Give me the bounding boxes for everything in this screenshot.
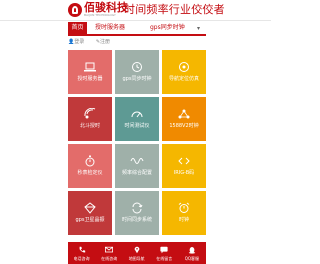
- bottom-bar-label: 电话咨询: [73, 256, 90, 261]
- product-tile-label: 北斗授时: [79, 123, 100, 129]
- product-tile[interactable]: 授时服务器: [68, 50, 112, 94]
- bottom-bar-item[interactable]: 电话咨询: [68, 242, 95, 264]
- crystal-icon: [83, 202, 97, 214]
- map-pin-icon: [133, 246, 141, 254]
- bottom-bar-item[interactable]: QQ客服: [178, 242, 205, 264]
- product-tile-label: 秒表检定仪: [77, 170, 103, 176]
- wave-icon: [130, 155, 144, 167]
- sync-icon: [130, 202, 144, 214]
- message-icon: [160, 246, 168, 254]
- product-tile[interactable]: IRIG-B码: [162, 144, 206, 188]
- chevron-down-icon[interactable]: ▾: [197, 25, 200, 32]
- network-icon: [177, 108, 191, 120]
- brand-logo-icon[interactable]: [68, 3, 82, 17]
- product-tile-label: 时钟: [178, 217, 189, 223]
- phone-icon: [78, 246, 86, 254]
- product-tile[interactable]: 导航定位仿真: [162, 50, 206, 94]
- product-tile-label: 时间同步系统: [121, 217, 152, 223]
- product-tile[interactable]: 北斗授时: [68, 97, 112, 141]
- mail-icon: [105, 246, 114, 254]
- product-tile-label: 时间测试仪: [124, 123, 150, 129]
- bottom-bar-label: 地图导航: [128, 256, 145, 261]
- main-nav: 首页 授时服务器 gps同步时钟: [68, 22, 206, 36]
- bottom-bar-label: 在线咨询: [101, 256, 118, 261]
- bottom-bar-label: QQ客服: [184, 256, 200, 261]
- nav-item-home[interactable]: 首页: [68, 22, 87, 34]
- product-tile-label: gps卫星晶振: [75, 217, 105, 223]
- satellite-icon: [83, 108, 97, 120]
- bottom-toolbar: 电话咨询 在线咨询 地图导航 在线留言 QQ客服: [68, 242, 206, 264]
- product-tile[interactable]: gps同步时钟: [115, 50, 159, 94]
- brand-subtitle: BAIJUN TECHNOLOGY: [84, 13, 116, 17]
- site-slogan: 时间频率行业佼佼者: [124, 3, 225, 16]
- bottom-bar-label: 在线留言: [156, 256, 173, 261]
- register-label: 注册: [100, 39, 111, 45]
- product-tile-label: IRIG-B码: [173, 170, 195, 176]
- product-tile[interactable]: 时间测试仪: [115, 97, 159, 141]
- product-tile[interactable]: 频率综合配置: [115, 144, 159, 188]
- nav-item-time-server[interactable]: 授时服务器: [95, 22, 125, 34]
- alarm-icon: [177, 202, 191, 214]
- clock-icon: [130, 61, 144, 73]
- stopwatch-icon: [83, 155, 97, 167]
- product-tile-label: 1588V2时钟: [169, 123, 199, 129]
- product-tile[interactable]: 时钟: [162, 191, 206, 235]
- product-tile-label: 导航定位仿真: [168, 76, 199, 82]
- code-icon: [177, 155, 191, 167]
- product-tile[interactable]: gps卫星晶振: [68, 191, 112, 235]
- nav-item-gps-clock[interactable]: gps同步时钟: [150, 22, 185, 34]
- site-header: 佰骏科技 BAIJUN TECHNOLOGY 时间频率行业佼佼者: [0, 0, 271, 21]
- product-tile[interactable]: 时间同步系统: [115, 191, 159, 235]
- login-link[interactable]: 👤登录: [68, 37, 89, 47]
- laptop-icon: [83, 61, 97, 73]
- qq-icon: [188, 246, 196, 254]
- target-icon: [177, 61, 191, 73]
- product-tile[interactable]: 1588V2时钟: [162, 97, 206, 141]
- product-tile-label: 授时服务器: [77, 76, 103, 82]
- bottom-bar-item[interactable]: 在线咨询: [96, 242, 123, 264]
- login-label: 登录: [74, 39, 85, 45]
- bottom-bar-item[interactable]: 地图导航: [123, 242, 150, 264]
- product-tile-label: gps同步时钟: [122, 76, 152, 82]
- bottom-bar-item[interactable]: 在线留言: [151, 242, 178, 264]
- account-links: 👤登录 ✎注册: [68, 37, 206, 47]
- product-tile[interactable]: 秒表检定仪: [68, 144, 112, 188]
- meter-icon: [130, 108, 144, 120]
- register-link[interactable]: ✎注册: [96, 37, 115, 47]
- product-tile-label: 频率综合配置: [121, 170, 152, 176]
